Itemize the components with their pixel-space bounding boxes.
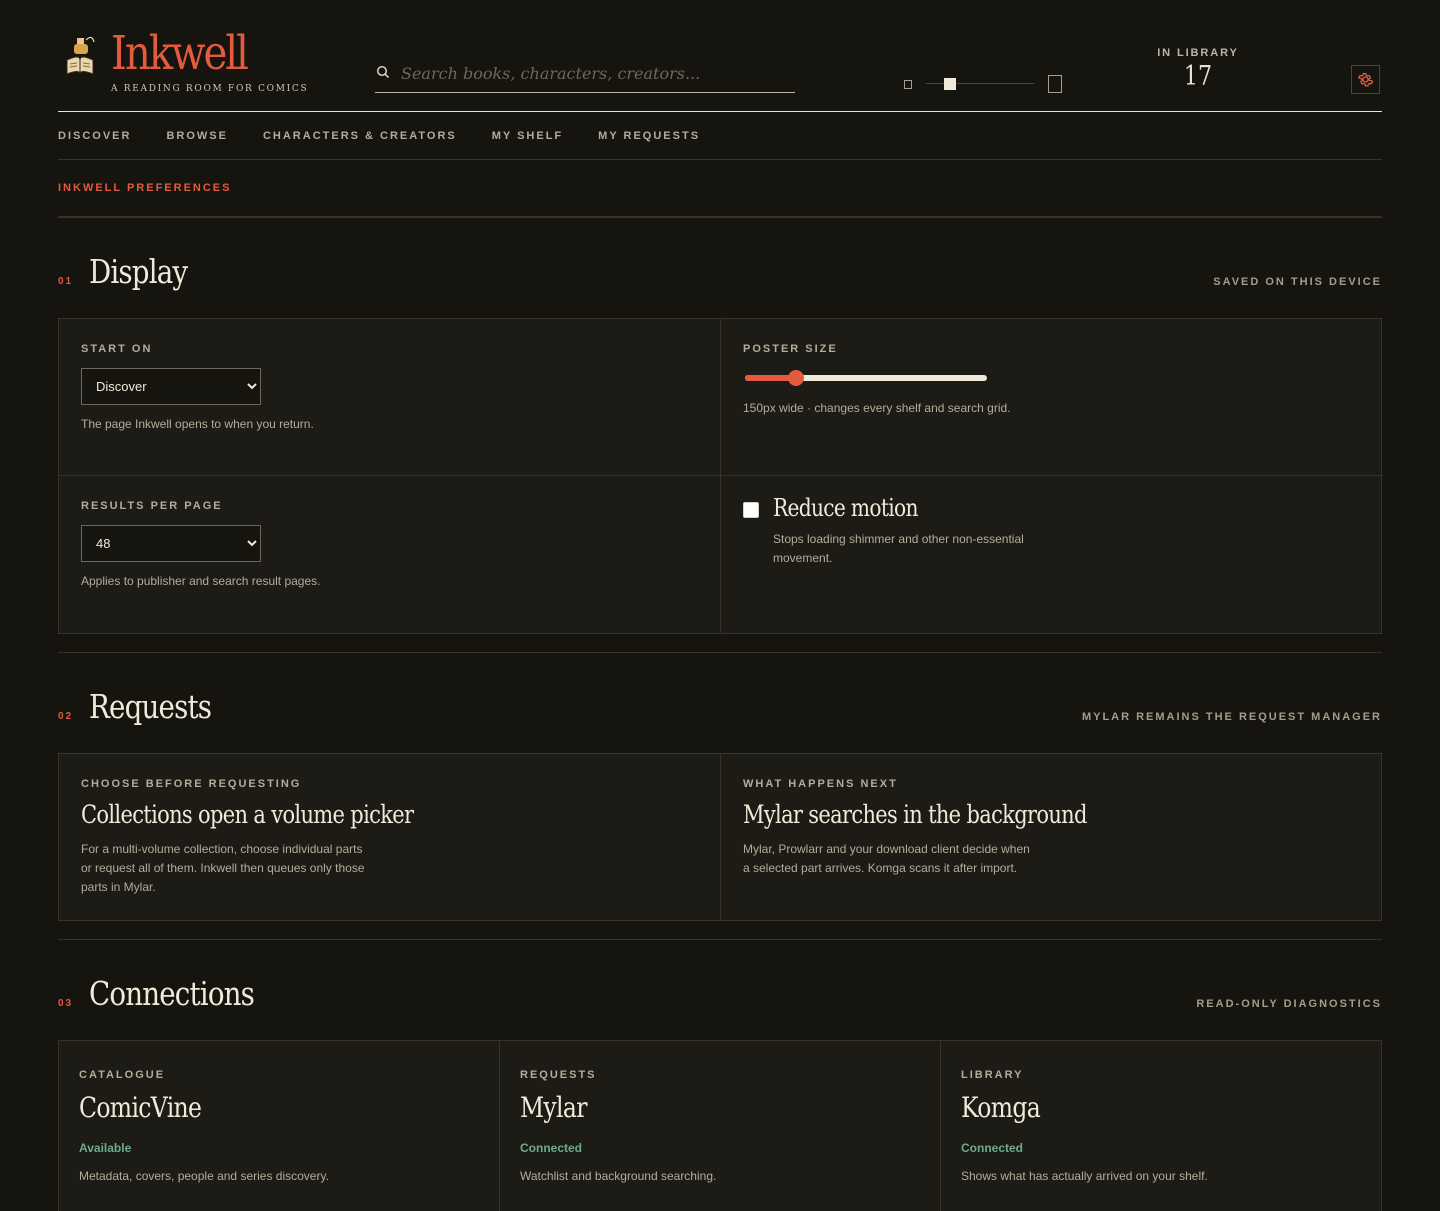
library-count: IN LIBRARY 17 xyxy=(1148,47,1248,92)
section-title: Requests xyxy=(89,687,212,726)
nav-my-requests[interactable]: MY REQUESTS xyxy=(598,130,700,142)
card-eyebrow: WHAT HAPPENS NEXT xyxy=(743,778,898,790)
app-header: Inkwell A READING ROOM FOR COMICS IN LIB… xyxy=(58,0,1382,112)
card-body: Mylar, Prowlarr and your download client… xyxy=(743,842,1030,875)
connections-section-header: 03 Connections READ-ONLY DIAGNOSTICS xyxy=(58,940,1382,1040)
start-on-setting: START ON Discover The page Inkwell opens… xyxy=(59,319,721,476)
library-count-label: IN LIBRARY xyxy=(1157,47,1239,59)
poster-size-quick-slider[interactable] xyxy=(904,74,1064,94)
slider-thumb[interactable] xyxy=(787,370,804,386)
gear-icon xyxy=(1357,72,1374,87)
section-title: Connections xyxy=(89,974,255,1013)
display-section-header: 01 Display SAVED ON THIS DEVICE xyxy=(58,218,1382,318)
comicvine-card: CATALOGUE ComicVine Available Metadata, … xyxy=(59,1041,500,1211)
reduce-motion-setting: Reduce motion Stops loading shimmer and … xyxy=(721,476,1383,633)
display-settings-grid: START ON Discover The page Inkwell opens… xyxy=(58,318,1383,634)
card-eyebrow: LIBRARY xyxy=(961,1069,1024,1081)
section-divider xyxy=(58,634,1382,653)
setting-help: Applies to publisher and search result p… xyxy=(81,574,321,588)
card-title: ComicVine xyxy=(79,1091,202,1124)
size-track xyxy=(926,83,1034,84)
section-note: MYLAR REMAINS THE REQUEST MANAGER xyxy=(1081,711,1382,723)
card-eyebrow: CHOOSE BEFORE REQUESTING xyxy=(81,778,302,790)
settings-button[interactable] xyxy=(1351,65,1380,94)
brand-name: Inkwell xyxy=(111,26,249,81)
card-title: Komga xyxy=(961,1091,1041,1124)
size-thumb[interactable] xyxy=(944,78,956,90)
nav-characters-creators[interactable]: CHARACTERS & CREATORS xyxy=(263,130,457,142)
reduce-motion-checkbox[interactable] xyxy=(743,502,759,518)
mylar-card: REQUESTS Mylar Connected Watchlist and b… xyxy=(500,1041,941,1211)
card-body: Metadata, covers, people and series disc… xyxy=(79,1169,329,1183)
setting-help: Stops loading shimmer and other non-esse… xyxy=(773,532,1024,565)
start-on-select[interactable]: Discover xyxy=(81,368,261,405)
poster-size-slider[interactable] xyxy=(745,370,987,386)
volume-picker-card: CHOOSE BEFORE REQUESTING Collections ope… xyxy=(59,754,721,920)
status-badge: Available xyxy=(79,1141,132,1155)
setting-label: START ON xyxy=(81,343,153,355)
inkwell-reading-icon xyxy=(66,36,95,75)
connections-grid: CATALOGUE ComicVine Available Metadata, … xyxy=(58,1040,1382,1211)
brand-tagline: A READING ROOM FOR COMICS xyxy=(111,84,309,94)
section-number: 03 xyxy=(58,998,74,1009)
setting-label: POSTER SIZE xyxy=(743,343,838,355)
reduce-motion-label[interactable]: Reduce motion xyxy=(773,494,918,522)
card-body: Shows what has actually arrived on your … xyxy=(961,1169,1208,1183)
section-note: SAVED ON THIS DEVICE xyxy=(1213,276,1382,288)
search-bar xyxy=(375,58,795,93)
card-body: For a multi-volume collection, choose in… xyxy=(81,842,365,894)
card-title: Mylar xyxy=(520,1091,587,1124)
requests-info-grid: CHOOSE BEFORE REQUESTING Collections ope… xyxy=(58,753,1382,921)
search-icon xyxy=(376,65,389,78)
search-input[interactable] xyxy=(401,60,791,86)
library-count-value: 17 xyxy=(1183,61,1213,92)
brand[interactable]: Inkwell A READING ROOM FOR COMICS xyxy=(111,26,308,94)
small-poster-icon xyxy=(904,80,912,89)
what-happens-next-card: WHAT HAPPENS NEXT Mylar searches in the … xyxy=(721,754,1383,920)
card-eyebrow: CATALOGUE xyxy=(79,1069,166,1081)
main-nav: DISCOVER BROWSE CHARACTERS & CREATORS MY… xyxy=(58,112,1382,160)
breadcrumb: INKWELL PREFERENCES xyxy=(58,160,1382,218)
setting-label: RESULTS PER PAGE xyxy=(81,500,223,512)
nav-discover[interactable]: DISCOVER xyxy=(58,130,131,142)
card-body: Watchlist and background searching. xyxy=(520,1169,717,1183)
results-per-page-select[interactable]: 48 xyxy=(81,525,261,562)
card-title: Collections open a volume picker xyxy=(81,800,414,829)
setting-help: The page Inkwell opens to when you retur… xyxy=(81,417,314,431)
komga-card: LIBRARY Komga Connected Shows what has a… xyxy=(941,1041,1383,1211)
nav-my-shelf[interactable]: MY SHELF xyxy=(492,130,563,142)
requests-section-header: 02 Requests MYLAR REMAINS THE REQUEST MA… xyxy=(58,653,1382,753)
section-number: 02 xyxy=(58,711,74,722)
nav-browse[interactable]: BROWSE xyxy=(166,130,228,142)
status-badge: Connected xyxy=(961,1141,1024,1155)
section-divider xyxy=(58,921,1382,940)
poster-size-setting: POSTER SIZE 150px wide · changes every s… xyxy=(721,319,1383,476)
card-title: Mylar searches in the background xyxy=(743,800,1087,829)
section-note: READ-ONLY DIAGNOSTICS xyxy=(1196,998,1382,1010)
card-eyebrow: REQUESTS xyxy=(520,1069,597,1081)
status-badge: Connected xyxy=(520,1141,583,1155)
section-number: 01 xyxy=(58,276,74,287)
large-poster-icon xyxy=(1048,75,1062,93)
setting-help: 150px wide · changes every shelf and sea… xyxy=(743,401,1011,415)
section-title: Display xyxy=(89,252,188,291)
results-per-page-setting: RESULTS PER PAGE 48 Applies to publisher… xyxy=(59,476,721,633)
